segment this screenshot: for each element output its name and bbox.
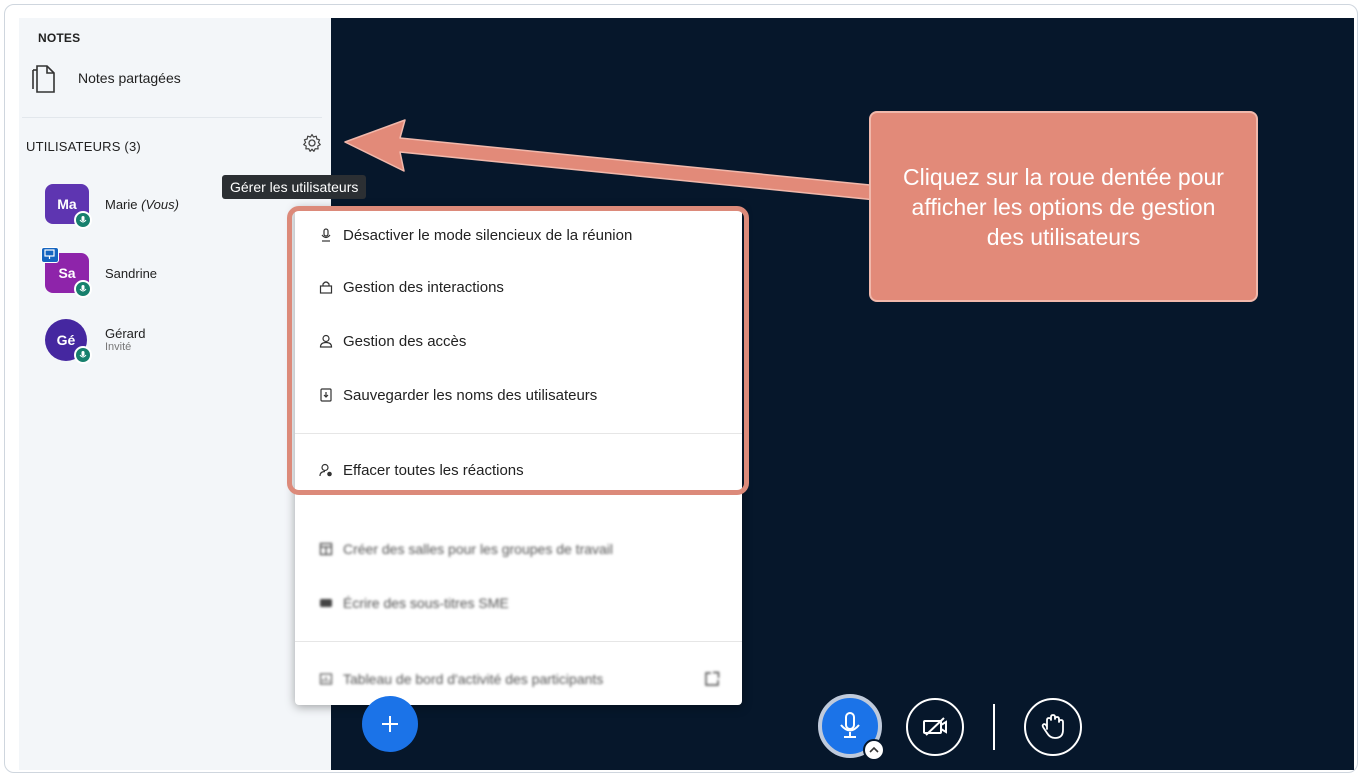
audio-options-button[interactable]: [863, 739, 885, 761]
chevron-up-icon: [869, 746, 879, 753]
raise-hand-button[interactable]: [1024, 698, 1082, 756]
camera-off-icon: [923, 717, 947, 736]
plus-icon: [382, 716, 398, 732]
camera-button[interactable]: [906, 698, 964, 756]
callout-box: Cliquez sur la roue dentée pour afficher…: [869, 111, 1258, 302]
controls-divider: [993, 704, 995, 750]
actions-button[interactable]: [362, 696, 418, 752]
hand-icon: [1041, 714, 1064, 739]
callout-text: Cliquez sur la roue dentée pour afficher…: [903, 163, 1224, 250]
